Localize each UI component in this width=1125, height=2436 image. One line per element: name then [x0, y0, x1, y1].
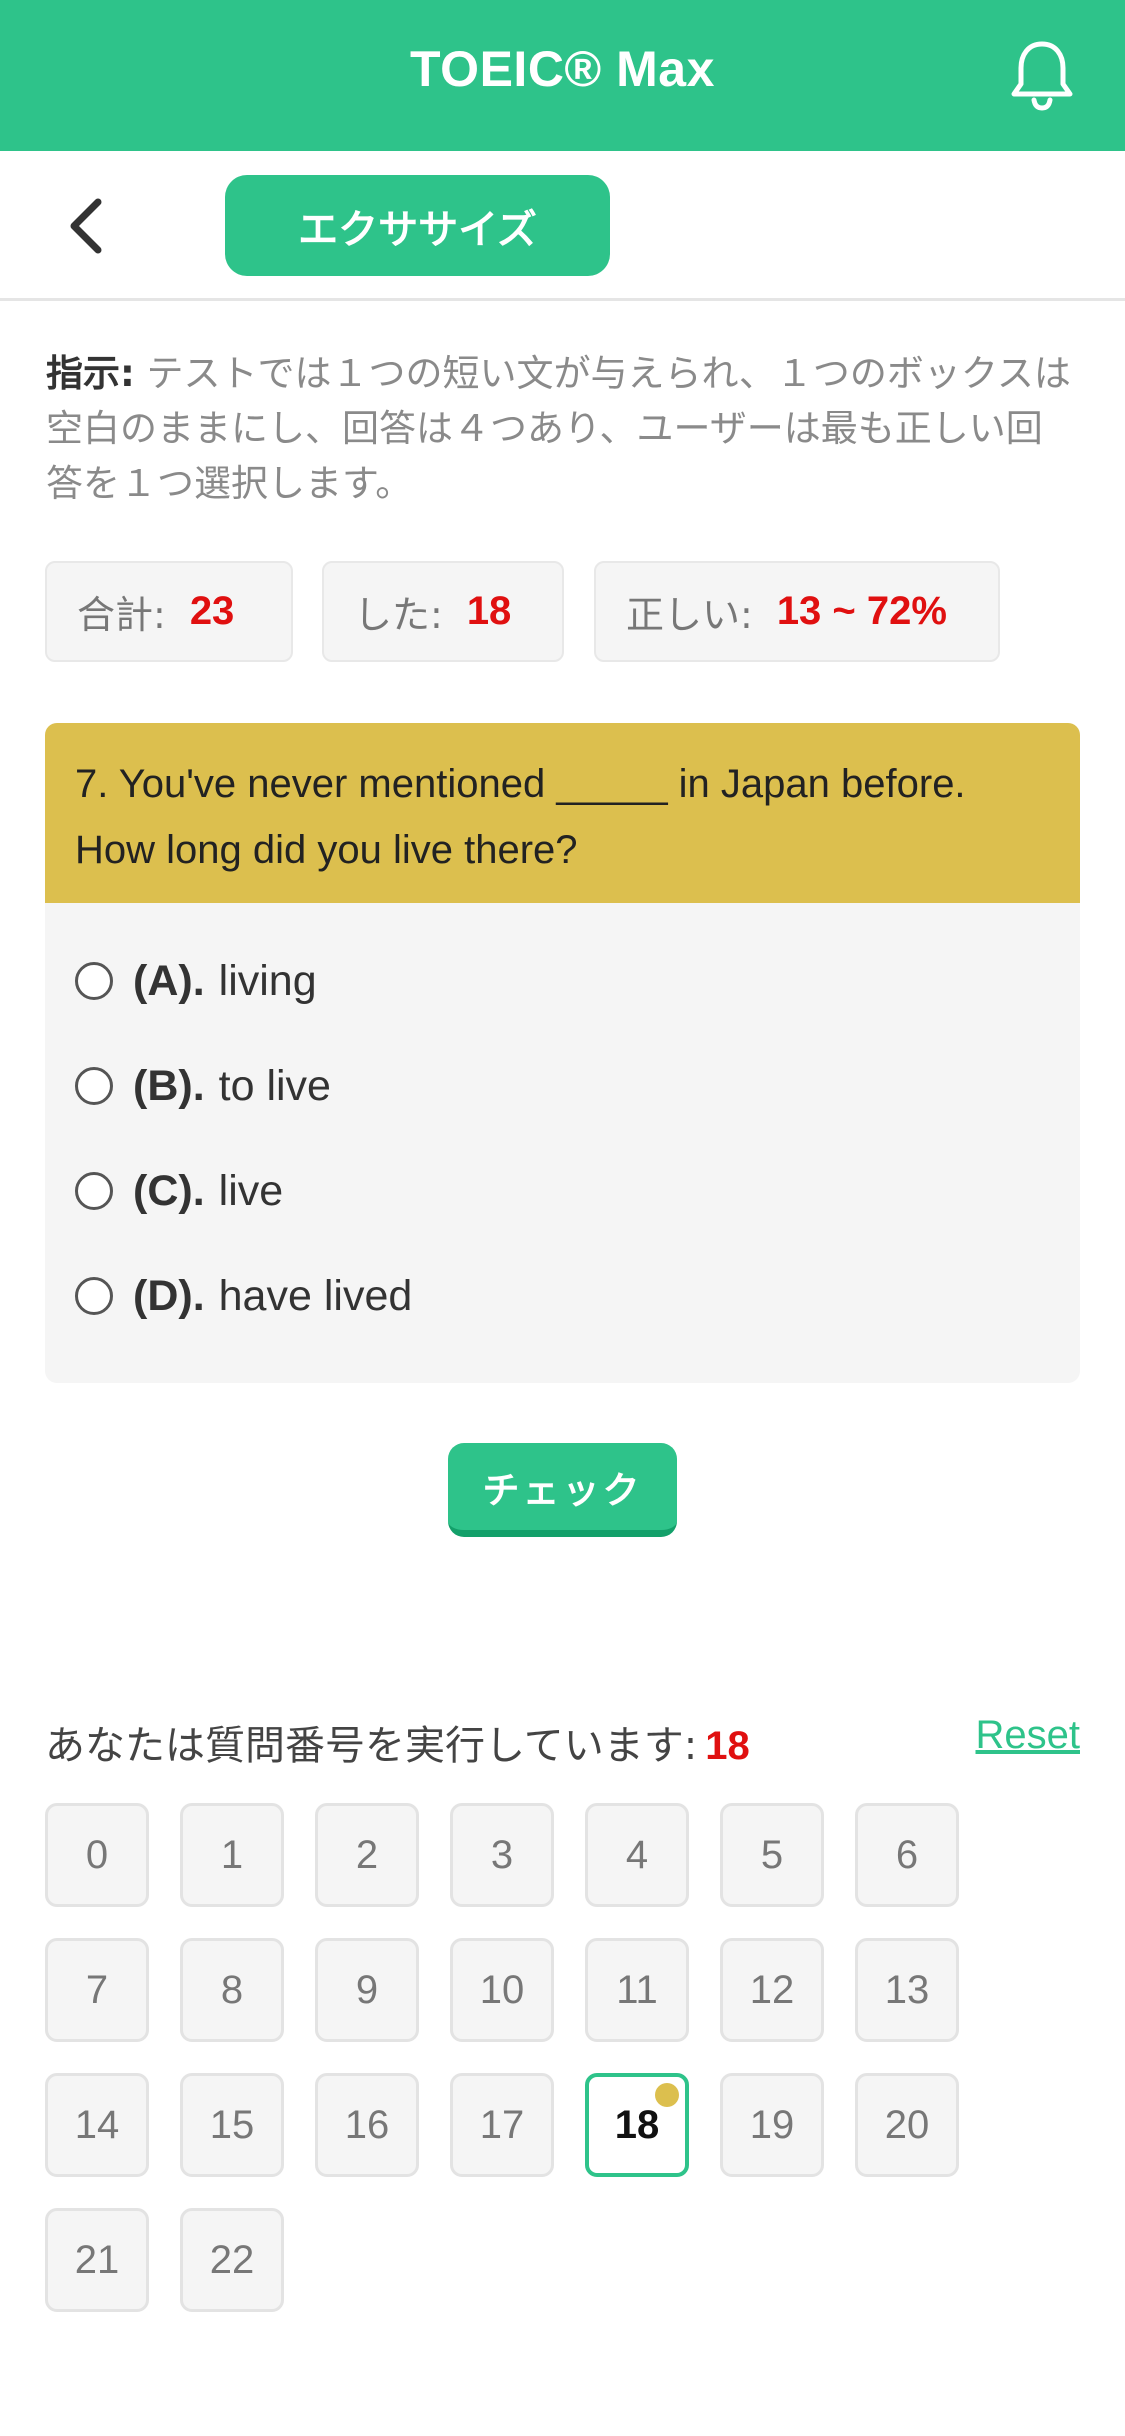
question-number-label: 17	[479, 2102, 525, 2147]
question-number-label: 8	[220, 1967, 244, 2012]
question-number-label: 14	[74, 2102, 120, 2147]
question-number-label: 3	[490, 1832, 514, 1877]
question-number-label: 13	[884, 1967, 930, 2012]
question-number-0[interactable]: 0	[45, 1803, 149, 1907]
radio-button[interactable]	[75, 1277, 113, 1315]
stat-done-value: 18	[466, 589, 512, 633]
instruction-label: 指示:	[46, 352, 135, 395]
radio-button[interactable]	[75, 962, 113, 1000]
instruction-body: テストでは１つの短い文が与えられ、１つのボックスは空白のままにし、回答は４つあり…	[46, 352, 1071, 505]
question-number-label: 15	[209, 2102, 255, 2147]
option-key: (D).	[133, 1271, 205, 1320]
question-number-12[interactable]: 12	[720, 1938, 824, 2042]
question-number-7[interactable]: 7	[45, 1938, 149, 2042]
question-number-15[interactable]: 15	[180, 2073, 284, 2177]
question-number-2[interactable]: 2	[315, 1803, 419, 1907]
stat-done: した: 18	[322, 561, 564, 662]
question-number-6[interactable]: 6	[855, 1803, 959, 1907]
stat-correct-label: 正しい:	[626, 593, 753, 637]
question-number-label: 19	[749, 2102, 795, 2147]
question-number-label: 0	[85, 1832, 109, 1877]
current-marker-dot	[655, 2083, 679, 2107]
question-number-14[interactable]: 14	[45, 2073, 149, 2177]
question-number-20[interactable]: 20	[855, 2073, 959, 2177]
question-number-8[interactable]: 8	[180, 1938, 284, 2042]
stat-total-label: 合計:	[77, 593, 166, 637]
option-key: (C).	[133, 1166, 205, 1215]
question-number-1[interactable]: 1	[180, 1803, 284, 1907]
question-number-label: 4	[625, 1832, 649, 1877]
question-number-label: 21	[74, 2237, 120, 2282]
stat-done-label: した:	[354, 593, 443, 637]
option-text: to live	[218, 1061, 331, 1110]
question-number-19[interactable]: 19	[720, 2073, 824, 2177]
question-number-label: 22	[209, 2237, 255, 2282]
question-number-16[interactable]: 16	[315, 2073, 419, 2177]
question-number-9[interactable]: 9	[315, 1938, 419, 2042]
instruction-text: 指示: テストでは１つの短い文が与えられ、１つのボックスは空白のままにし、回答は…	[46, 346, 1076, 511]
sub-navigation: エクササイズ	[0, 151, 1125, 301]
question-number-5[interactable]: 5	[720, 1803, 824, 1907]
progress-current: 18	[705, 1724, 750, 1768]
option-b[interactable]: (B). to live	[75, 1051, 331, 1121]
question-number-11[interactable]: 11	[585, 1938, 689, 2042]
option-text: have lived	[218, 1271, 413, 1320]
check-button[interactable]: チェック	[448, 1443, 677, 1537]
question-number-label: 11	[616, 1967, 658, 2012]
option-text: living	[218, 956, 317, 1005]
question-number-18[interactable]: 18	[585, 2073, 689, 2177]
question-number-label: 20	[884, 2102, 930, 2147]
radio-button[interactable]	[75, 1172, 113, 1210]
question-number-21[interactable]: 21	[45, 2208, 149, 2312]
option-d[interactable]: (D). have lived	[75, 1261, 412, 1331]
question-number-label: 18	[614, 2102, 660, 2147]
option-key: (A).	[133, 956, 205, 1005]
question-number-13[interactable]: 13	[855, 1938, 959, 2042]
question-number-3[interactable]: 3	[450, 1803, 554, 1907]
radio-button[interactable]	[75, 1067, 113, 1105]
question-text: 7. You've never mentioned _____ in Japan…	[45, 723, 1080, 903]
stat-correct: 正しい: 13 ~ 72%	[594, 561, 1000, 662]
question-card: 7. You've never mentioned _____ in Japan…	[45, 723, 1080, 1383]
question-number-label: 7	[85, 1967, 109, 2012]
question-number-label: 16	[344, 2102, 390, 2147]
question-number-10[interactable]: 10	[450, 1938, 554, 2042]
exercise-tab[interactable]: エクササイズ	[225, 175, 610, 276]
option-c[interactable]: (C). live	[75, 1156, 283, 1226]
option-a[interactable]: (A). living	[75, 946, 317, 1016]
question-number-label: 9	[355, 1967, 379, 2012]
progress-status: あなたは質問番号を実行しています: 18	[45, 1713, 750, 1771]
stat-correct-value: 13 ~ 72%	[776, 589, 947, 633]
back-arrow-icon[interactable]	[62, 196, 118, 256]
question-number-label: 1	[220, 1832, 244, 1877]
question-number-17[interactable]: 17	[450, 2073, 554, 2177]
option-text: live	[218, 1166, 284, 1215]
app-title: TOEIC® Max	[410, 41, 715, 97]
question-number-label: 5	[760, 1832, 784, 1877]
progress-label: あなたは質問番号を実行しています:	[45, 1723, 698, 1769]
question-number-label: 6	[895, 1832, 919, 1877]
question-number-label: 10	[479, 1967, 525, 2012]
stat-total: 合計: 23	[45, 561, 293, 662]
question-number-22[interactable]: 22	[180, 2208, 284, 2312]
stat-total-value: 23	[189, 589, 235, 633]
question-number-label: 12	[749, 1967, 795, 2012]
app-header: TOEIC® Max	[0, 0, 1125, 151]
reset-link[interactable]: Reset	[976, 1713, 1081, 1758]
option-key: (B).	[133, 1061, 205, 1110]
bell-icon[interactable]	[1010, 38, 1074, 112]
question-number-4[interactable]: 4	[585, 1803, 689, 1907]
question-number-label: 2	[355, 1832, 379, 1877]
